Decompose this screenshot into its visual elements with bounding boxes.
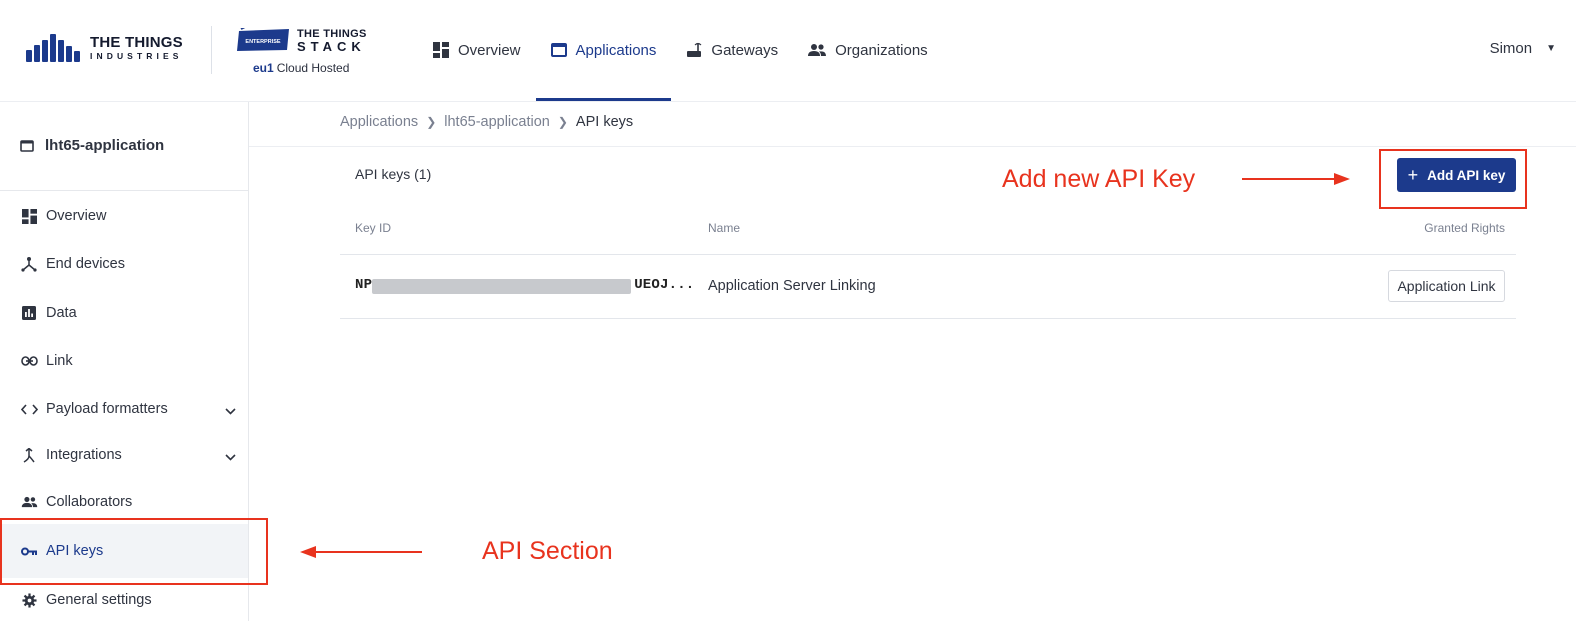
sidebar-item-integrations[interactable]: Integrations (0, 439, 248, 471)
sidebar-item-payload-formatters[interactable]: Payload formatters (0, 393, 248, 425)
column-header-key-id[interactable]: Key ID (355, 221, 391, 235)
cluster-hosting: Cloud Hosted (276, 61, 350, 75)
gear-icon (20, 592, 38, 608)
chevron-right-icon: ❯ (426, 115, 437, 129)
nav-overview-label: Overview (458, 41, 521, 59)
nav-gateways-label: Gateways (711, 41, 779, 59)
enterprise-badge-text: ENTERPRISE (245, 39, 280, 45)
user-menu[interactable]: Simon ▼ (1490, 40, 1556, 57)
the-things-stack-logo[interactable]: ENTERPRISE THE THINGS STACK eu1 Cloud Hos… (233, 26, 373, 78)
api-key-suffix: UEOJ... (634, 277, 695, 293)
sidebar-item-label: Collaborators (46, 494, 133, 510)
sidebar-item-label: End devices (46, 256, 125, 272)
chevron-down-icon[interactable] (225, 403, 236, 419)
sidebar-item-label: Data (46, 305, 77, 321)
logo-divider (211, 26, 212, 74)
breadcrumb-applications[interactable]: Applications (340, 114, 418, 130)
annotation-box-add-key (1379, 149, 1527, 209)
breadcrumb-application[interactable]: lht65-application (444, 114, 550, 130)
sidebar-item-general-settings[interactable]: General settings (0, 584, 248, 616)
table-header-divider (340, 254, 1516, 255)
tti-logo-line1: THE THINGS (90, 34, 183, 52)
top-header: THE THINGS INDUSTRIES ENTERPRISE THE THI… (0, 0, 1576, 102)
sidebar-item-label: Integrations (46, 447, 122, 463)
tti-logo-line2: INDUSTRIES (90, 51, 183, 62)
api-key-prefix: NP (355, 277, 373, 293)
people-icon (808, 43, 827, 57)
table-row-divider (340, 318, 1516, 319)
application-icon (20, 139, 34, 152)
people-icon (20, 496, 38, 508)
chevron-right-icon: ❯ (557, 115, 568, 129)
api-key-name: Application Server Linking (708, 278, 876, 294)
sidebar-item-overview[interactable]: Overview (0, 200, 248, 232)
api-keys-count: API keys (1) (355, 166, 432, 182)
gateway-icon (686, 42, 702, 58)
column-header-name[interactable]: Name (708, 221, 740, 235)
annotation-box-api-section (0, 518, 268, 585)
sidebar-app-title-label: lht65-application (45, 137, 165, 154)
breadcrumb-current: API keys (575, 114, 634, 130)
tti-logo-mark (26, 34, 80, 62)
cluster-label: eu1 Cloud Hosted (253, 61, 349, 75)
nav-overview[interactable]: Overview (418, 0, 536, 100)
nav-gateways[interactable]: Gateways (671, 0, 793, 100)
code-icon (20, 403, 38, 415)
annotation-arrow-right-icon (1242, 173, 1350, 185)
breadcrumb-divider (249, 146, 1576, 147)
api-key-redaction (372, 279, 631, 294)
link-icon (20, 356, 38, 366)
sidebar-item-collaborators[interactable]: Collaborators (0, 486, 248, 518)
granted-rights-tag: Application Link (1388, 270, 1505, 302)
device-hub-icon (20, 256, 38, 272)
dashboard-icon (20, 208, 38, 224)
nav-applications-label: Applications (575, 41, 657, 59)
sidebar-item-data[interactable]: Data (0, 297, 248, 329)
breadcrumb: Applications ❯ lht65-application ❯ API k… (340, 114, 633, 130)
user-name: Simon (1489, 40, 1533, 57)
sidebar-app-title: lht65-application (20, 137, 164, 154)
application-icon (550, 43, 567, 57)
column-header-granted-rights: Granted Rights (1424, 221, 1505, 235)
nav-applications[interactable]: Applications (535, 0, 672, 101)
chevron-down-icon[interactable] (225, 449, 236, 465)
sidebar-item-end-devices[interactable]: End devices (0, 248, 248, 280)
enterprise-flag-icon: ENTERPRISE (237, 28, 289, 51)
bar-chart-icon (20, 306, 38, 320)
nav-organizations-label: Organizations (835, 41, 928, 59)
main-nav: Overview Applications Gateways Organizat… (418, 0, 943, 102)
sidebar-item-label: Link (46, 353, 73, 369)
tts-logo-line2: STACK (297, 39, 366, 54)
annotation-arrow-left-icon (300, 546, 422, 558)
sidebar-item-label: Payload formatters (46, 401, 168, 417)
sidebar-item-link[interactable]: Link (0, 345, 248, 377)
nav-organizations[interactable]: Organizations (793, 0, 943, 100)
annotation-api-section: API Section (482, 537, 613, 565)
caret-down-icon: ▼ (1546, 43, 1556, 54)
merge-icon (20, 447, 38, 463)
sidebar-item-label: Overview (46, 208, 107, 224)
cluster-region: eu1 (253, 61, 274, 75)
sidebar-item-label: General settings (46, 592, 152, 608)
the-things-industries-logo[interactable]: THE THINGS INDUSTRIES (26, 34, 183, 62)
sidebar-divider (0, 190, 248, 191)
dashboard-icon (433, 42, 449, 58)
annotation-add-key: Add new API Key (1002, 165, 1196, 193)
